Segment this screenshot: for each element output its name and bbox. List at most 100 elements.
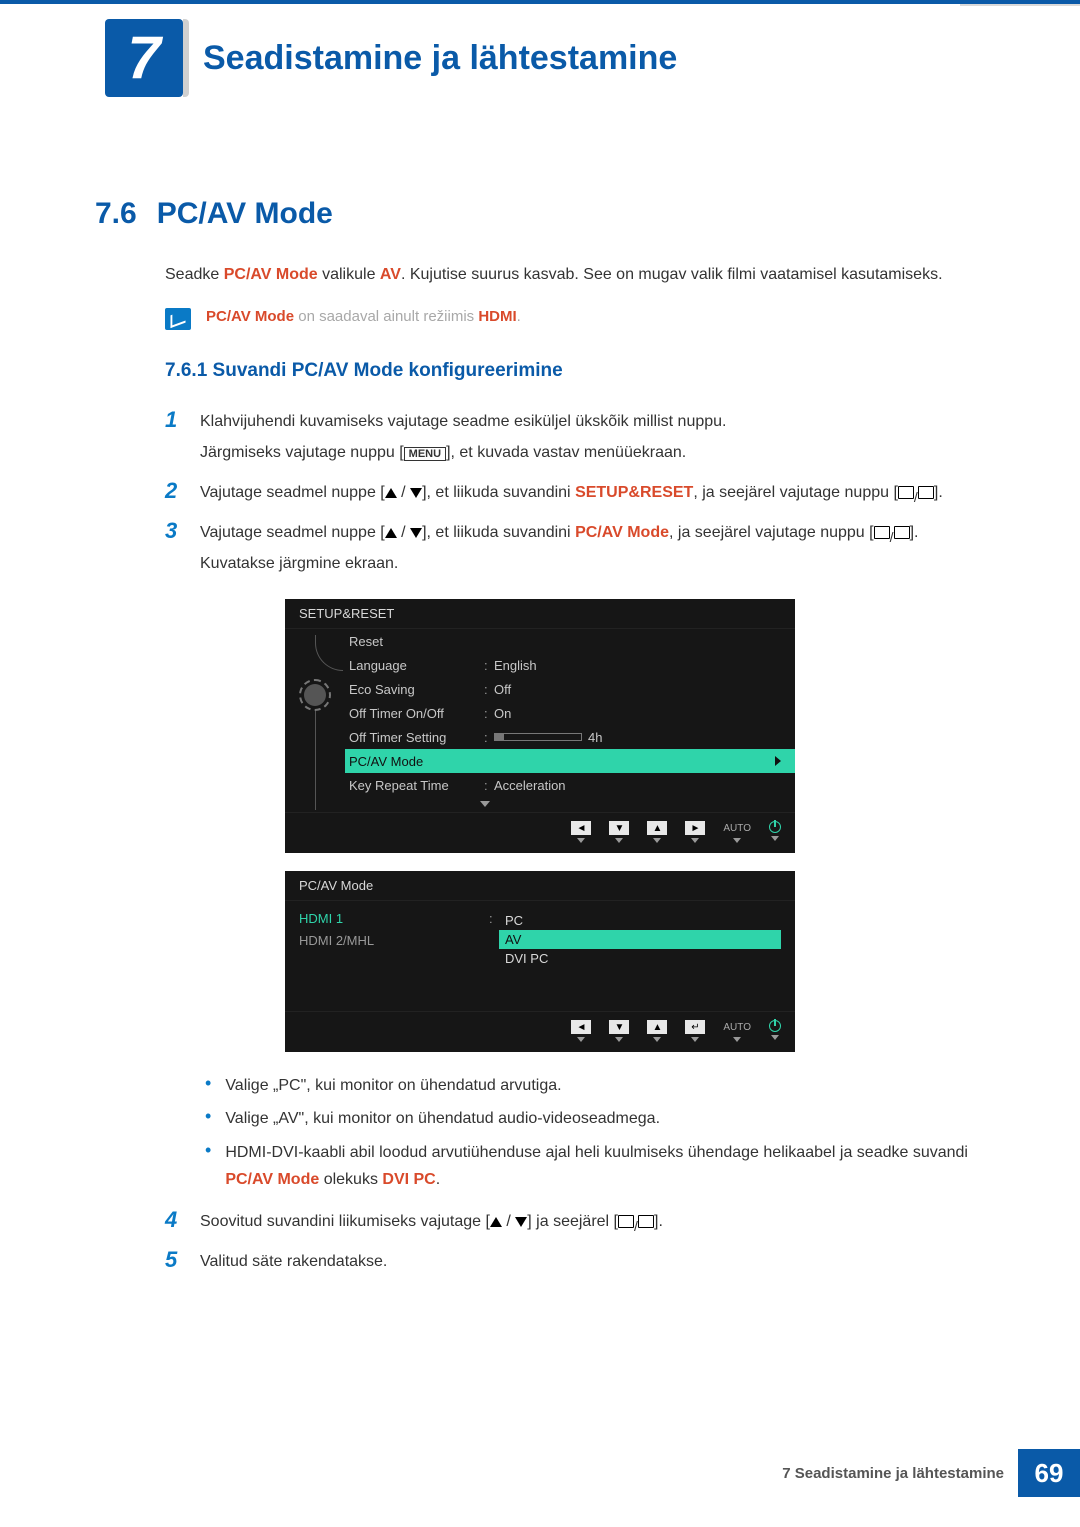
caret-down-icon xyxy=(653,1037,661,1042)
caret-down-icon xyxy=(733,1037,741,1042)
text: Seadke xyxy=(165,266,224,283)
text: . xyxy=(436,1171,440,1188)
bullet-icon: • xyxy=(205,1072,211,1099)
triangle-up-icon xyxy=(490,1217,502,1227)
step-body: Vajutage seadmel nuppe [ / ], et liikuda… xyxy=(200,518,918,579)
gear-icon xyxy=(304,684,326,706)
text: ]. xyxy=(934,484,943,501)
step-body: Soovitud suvandini liikumiseks vajutage … xyxy=(200,1207,663,1237)
top-accent-right xyxy=(960,4,1080,6)
source-icon: / xyxy=(618,1215,654,1229)
triangle-down-icon xyxy=(410,488,422,498)
osd-connector-line xyxy=(315,635,343,671)
nav-right-icon: ► xyxy=(685,821,705,835)
step-body: Vajutage seadmel nuppe [ / ], et liikuda… xyxy=(200,478,943,508)
text: ] ja seejärel [ xyxy=(527,1213,618,1230)
text: Kuvatakse järgmine ekraan. xyxy=(200,549,918,579)
osd-label: HDMI 2/MHL xyxy=(299,933,489,947)
caret-down-icon xyxy=(771,1035,779,1040)
text: Valige „PC", kui monitor on ühendatud ar… xyxy=(225,1072,561,1099)
triangle-down-icon xyxy=(515,1217,527,1227)
step-number: 4 xyxy=(165,1207,185,1237)
section-title: PC/AV Mode xyxy=(157,197,333,231)
note-text: PC/AV Mode on saadaval ainult režiimis H… xyxy=(206,308,521,325)
bullet-item: • HDMI-DVI-kaabli abil loodud arvutiühen… xyxy=(205,1139,990,1193)
note-icon xyxy=(165,308,191,330)
power-icon xyxy=(769,821,781,833)
nav-auto-label: AUTO xyxy=(723,1020,751,1034)
osd-label: Language xyxy=(349,658,484,673)
text: Valige „AV", kui monitor on ühendatud au… xyxy=(225,1105,660,1132)
step-3: 3 Vajutage seadmel nuppe [ / ], et liiku… xyxy=(165,518,990,579)
text: olekuks xyxy=(319,1171,382,1188)
osd-nav-bar: ◄ ▼ ▲ ↵ AUTO xyxy=(285,1011,795,1052)
osd-row-selected: PC/AV Mode xyxy=(345,749,795,773)
triangle-down-icon xyxy=(410,528,422,538)
bullet-item: • Valige „AV", kui monitor on ühendatud … xyxy=(205,1105,990,1132)
osd-label: Off Timer On/Off xyxy=(349,706,484,721)
osd-menu-1: SETUP&RESET Reset Language:English Eco S… xyxy=(285,599,795,853)
bullet-item: • Valige „PC", kui monitor on ühendatud … xyxy=(205,1072,990,1099)
triangle-up-icon xyxy=(385,528,397,538)
highlight: PC/AV Mode xyxy=(224,266,318,283)
osd-value: On xyxy=(494,706,781,721)
section-heading: 7.6 PC/AV Mode xyxy=(95,197,990,231)
osd-label: Eco Saving xyxy=(349,682,484,697)
top-accent-bar xyxy=(0,0,1080,4)
osd-menu-2: PC/AV Mode HDMI 1: PC AV DVI PC HDMI 2/M… xyxy=(285,871,795,1052)
osd-value: 4h xyxy=(588,730,602,745)
text: ]. xyxy=(654,1213,663,1230)
bullet-icon: • xyxy=(205,1105,211,1132)
nav-down-icon: ▼ xyxy=(609,1020,629,1034)
osd-option-selected: AV xyxy=(499,930,781,949)
highlight: PC/AV Mode xyxy=(206,308,294,325)
osd-label: HDMI 1 xyxy=(299,911,489,925)
osd-label: Key Repeat Time xyxy=(349,778,484,793)
text: Vajutage seadmel nuppe [ xyxy=(200,484,385,501)
chapter-number-badge: 7 xyxy=(105,19,183,97)
osd-option: DVI PC xyxy=(499,949,781,968)
highlight: AV xyxy=(380,266,401,283)
osd-row: Eco Saving:Off xyxy=(345,677,795,701)
nav-left-icon: ◄ xyxy=(571,821,591,835)
osd-row: Key Repeat Time:Acceleration xyxy=(345,773,795,797)
text: ]. xyxy=(910,524,919,541)
source-icon: / xyxy=(898,486,934,500)
caret-down-icon xyxy=(653,838,661,843)
osd-row: Language:English xyxy=(345,653,795,677)
nav-up-icon: ▲ xyxy=(647,821,667,835)
text: HDMI-DVI-kaabli abil loodud arvutiühendu… xyxy=(225,1144,968,1161)
osd-title: PC/AV Mode xyxy=(285,871,795,901)
caret-down-icon xyxy=(771,836,779,841)
text: Klahvijuhendi kuvamiseks vajutage seadme… xyxy=(200,407,726,437)
nav-up-icon: ▲ xyxy=(647,1020,667,1034)
highlight: PC/AV Mode xyxy=(225,1171,319,1188)
step-2: 2 Vajutage seadmel nuppe [ / ], et liiku… xyxy=(165,478,990,508)
caret-down-icon xyxy=(691,1037,699,1042)
osd-value: Acceleration xyxy=(494,778,781,793)
nav-auto-label: AUTO xyxy=(723,821,751,835)
text: on saadaval ainult režiimis xyxy=(294,308,478,325)
footer-text: 7 Seadistamine ja lähtestamine xyxy=(782,1465,1004,1482)
highlight: DVI PC xyxy=(382,1171,435,1188)
step-body: Valitud säte rakendatakse. xyxy=(200,1247,387,1277)
osd-row: Reset xyxy=(345,629,795,653)
menu-button-label: MENU xyxy=(404,447,446,461)
page-footer: 7 Seadistamine ja lähtestamine 69 xyxy=(782,1449,1080,1497)
text: Soovitud suvandini liikumiseks vajutage … xyxy=(200,1213,490,1230)
text: HDMI-DVI-kaabli abil loodud arvutiühendu… xyxy=(225,1139,990,1193)
text: Järgmiseks vajutage nuppu [ xyxy=(200,444,404,461)
bullet-icon: • xyxy=(205,1139,211,1193)
osd-row: Off Timer On/Off:On xyxy=(345,701,795,725)
chapter-title: Seadistamine ja lähtestamine xyxy=(203,39,677,78)
caret-down-icon xyxy=(577,838,585,843)
osd-label: PC/AV Mode xyxy=(349,754,484,769)
osd-value: English xyxy=(494,658,781,673)
nav-enter-icon: ↵ xyxy=(685,1020,705,1034)
intro-paragraph: Seadke PC/AV Mode valikule AV. Kujutise … xyxy=(165,261,990,288)
osd-slider: 4h xyxy=(494,730,781,745)
section-number: 7.6 xyxy=(95,197,137,231)
osd-row: Off Timer Setting:4h xyxy=(345,725,795,749)
caret-down-icon xyxy=(577,1037,585,1042)
step-4: 4 Soovitud suvandini liikumiseks vajutag… xyxy=(165,1207,990,1237)
